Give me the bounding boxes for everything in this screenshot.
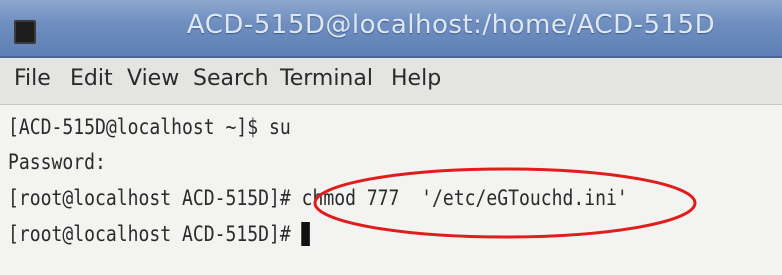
window-title: ACD-515D@localhost:/home/ACD-515D [186, 10, 716, 40]
terminal-line-1: [ACD-515D@localhost ~]$ su [8, 115, 291, 139]
menu-view[interactable]: View [127, 66, 179, 91]
terminal-line-2: Password: [8, 150, 106, 174]
menu-edit[interactable]: Edit [70, 66, 113, 91]
terminal-line-3: [root@localhost ACD-515D]# chmod 777 '/e… [8, 186, 628, 210]
terminal-output[interactable]: [ACD-515D@localhost ~]$ su Password: [ro… [0, 105, 782, 275]
menu-bar: File Edit View Search Terminal Help [0, 58, 782, 154]
text-cursor [301, 222, 311, 246]
terminal-line-4: [root@localhost ACD-515D]# [8, 222, 311, 246]
menu-file[interactable]: File [14, 66, 51, 91]
menu-help[interactable]: Help [391, 66, 441, 91]
menu-search[interactable]: Search [193, 66, 269, 91]
terminal-window: ACD-515D@localhost:/home/ACD-515D File E… [0, 0, 782, 275]
terminal-prompt: [root@localhost ACD-515D]# [8, 222, 302, 246]
title-bar[interactable]: ACD-515D@localhost:/home/ACD-515D [0, 0, 782, 58]
menu-terminal[interactable]: Terminal [280, 66, 373, 91]
